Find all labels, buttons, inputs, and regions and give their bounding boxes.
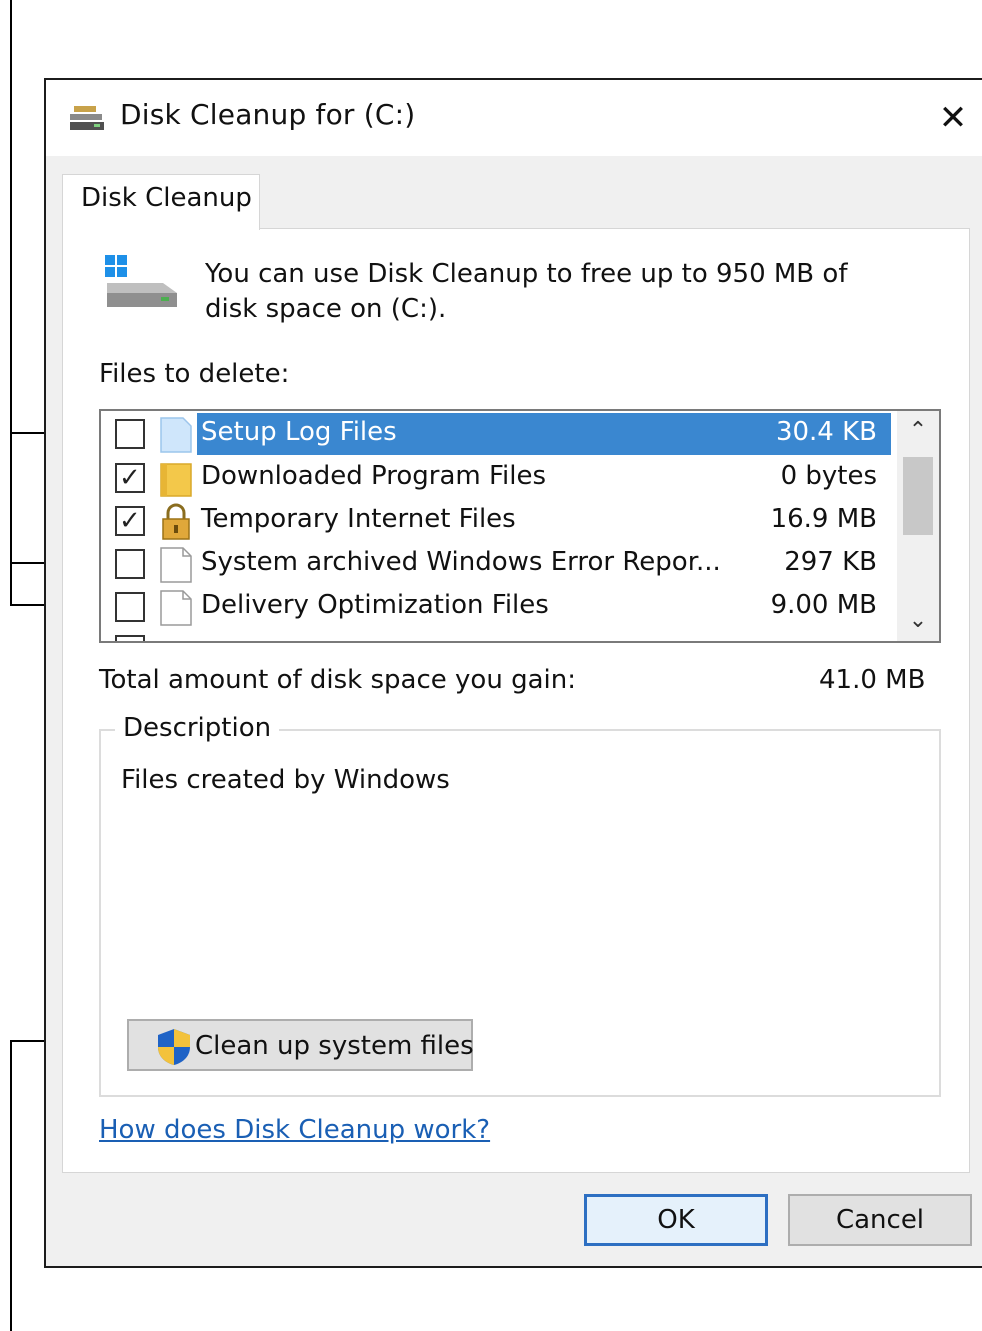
- file-name: Downloaded Program Files: [201, 461, 547, 491]
- ok-button[interactable]: OK: [584, 1194, 768, 1246]
- callout-line-bottom-vertical: [10, 1040, 12, 1331]
- info-text: You can use Disk Cleanup to free up to 9…: [205, 259, 848, 324]
- clean-up-system-files-button[interactable]: Clean up system files: [127, 1019, 474, 1071]
- close-button[interactable]: ✕: [930, 98, 976, 138]
- disk-cleanup-icon: [70, 106, 104, 130]
- file-icon: [160, 590, 192, 626]
- description-legend: Description: [115, 713, 280, 743]
- file-name: Setup Log Files: [201, 417, 397, 447]
- file-checkbox[interactable]: [115, 635, 145, 641]
- file-row-temporary-internet[interactable]: ✓ Temporary Internet Files 16.9 MB: [101, 500, 895, 542]
- file-checkbox[interactable]: [115, 549, 145, 579]
- file-icon: [160, 547, 192, 583]
- disk-cleanup-dialog: Disk Cleanup for (C:) ✕ Disk Cleanup You…: [44, 78, 982, 1268]
- file-row-setup-log[interactable]: Setup Log Files 30.4 KB: [101, 413, 895, 455]
- list-scrollbar[interactable]: ⌃ ⌄: [897, 411, 939, 641]
- total-space-label: Total amount of disk space you gain:: [99, 665, 576, 695]
- tab-panel: You can use Disk Cleanup to free up to 9…: [62, 228, 970, 1173]
- file-row-delivery-optimization[interactable]: Delivery Optimization Files 9.00 MB: [101, 586, 895, 628]
- tab-label: Disk Cleanup: [81, 183, 252, 213]
- file-size: 30.4 KB: [775, 417, 877, 447]
- check-icon: ✓: [119, 463, 141, 493]
- description-group: Description Files created by Windows Cle…: [99, 713, 941, 1097]
- file-row-downloaded-program[interactable]: ✓ Downloaded Program Files 0 bytes: [101, 457, 895, 499]
- uac-shield-icon: [158, 1029, 190, 1065]
- clean-up-label: Clean up system files: [195, 1031, 474, 1061]
- file-name: System archived Windows Error Repor...: [201, 547, 721, 577]
- window-title: Disk Cleanup for (C:): [120, 98, 416, 131]
- title-bar: Disk Cleanup for (C:) ✕: [46, 80, 982, 156]
- file-blue-icon: [160, 417, 192, 453]
- file-name: Delivery Optimization Files: [201, 590, 549, 620]
- scroll-up-icon[interactable]: ⌃: [897, 411, 939, 451]
- file-size: 9.00 MB: [770, 590, 877, 620]
- help-link[interactable]: How does Disk Cleanup work?: [99, 1115, 490, 1145]
- file-size: 0 bytes: [780, 461, 877, 491]
- total-space-value: 41.0 MB: [819, 665, 926, 695]
- scroll-down-icon[interactable]: ⌄: [897, 601, 939, 641]
- scroll-thumb[interactable]: [903, 457, 933, 535]
- callout-line-top-vertical: [10, 0, 12, 606]
- lock-icon: [162, 503, 190, 540]
- file-row-error-reports[interactable]: System archived Windows Error Repor... 2…: [101, 543, 895, 585]
- drive-icon: [105, 255, 177, 307]
- cancel-button[interactable]: Cancel: [788, 1194, 972, 1246]
- file-checkbox[interactable]: ✓: [115, 463, 145, 493]
- files-listbox[interactable]: Setup Log Files 30.4 KB ✓ Downloaded Pro…: [99, 409, 941, 643]
- check-icon: ✓: [119, 506, 141, 536]
- tab-disk-cleanup[interactable]: Disk Cleanup: [62, 174, 260, 230]
- file-name: Temporary Internet Files: [201, 504, 516, 534]
- file-row-partial[interactable]: [101, 629, 895, 641]
- file-size: 16.9 MB: [770, 504, 877, 534]
- folder-icon: [160, 463, 192, 497]
- file-size: 297 KB: [784, 547, 877, 577]
- files-to-delete-label: Files to delete:: [99, 359, 290, 389]
- description-text: Files created by Windows: [121, 765, 450, 795]
- file-checkbox[interactable]: ✓: [115, 506, 145, 536]
- file-checkbox[interactable]: [115, 419, 145, 449]
- file-checkbox[interactable]: [115, 592, 145, 622]
